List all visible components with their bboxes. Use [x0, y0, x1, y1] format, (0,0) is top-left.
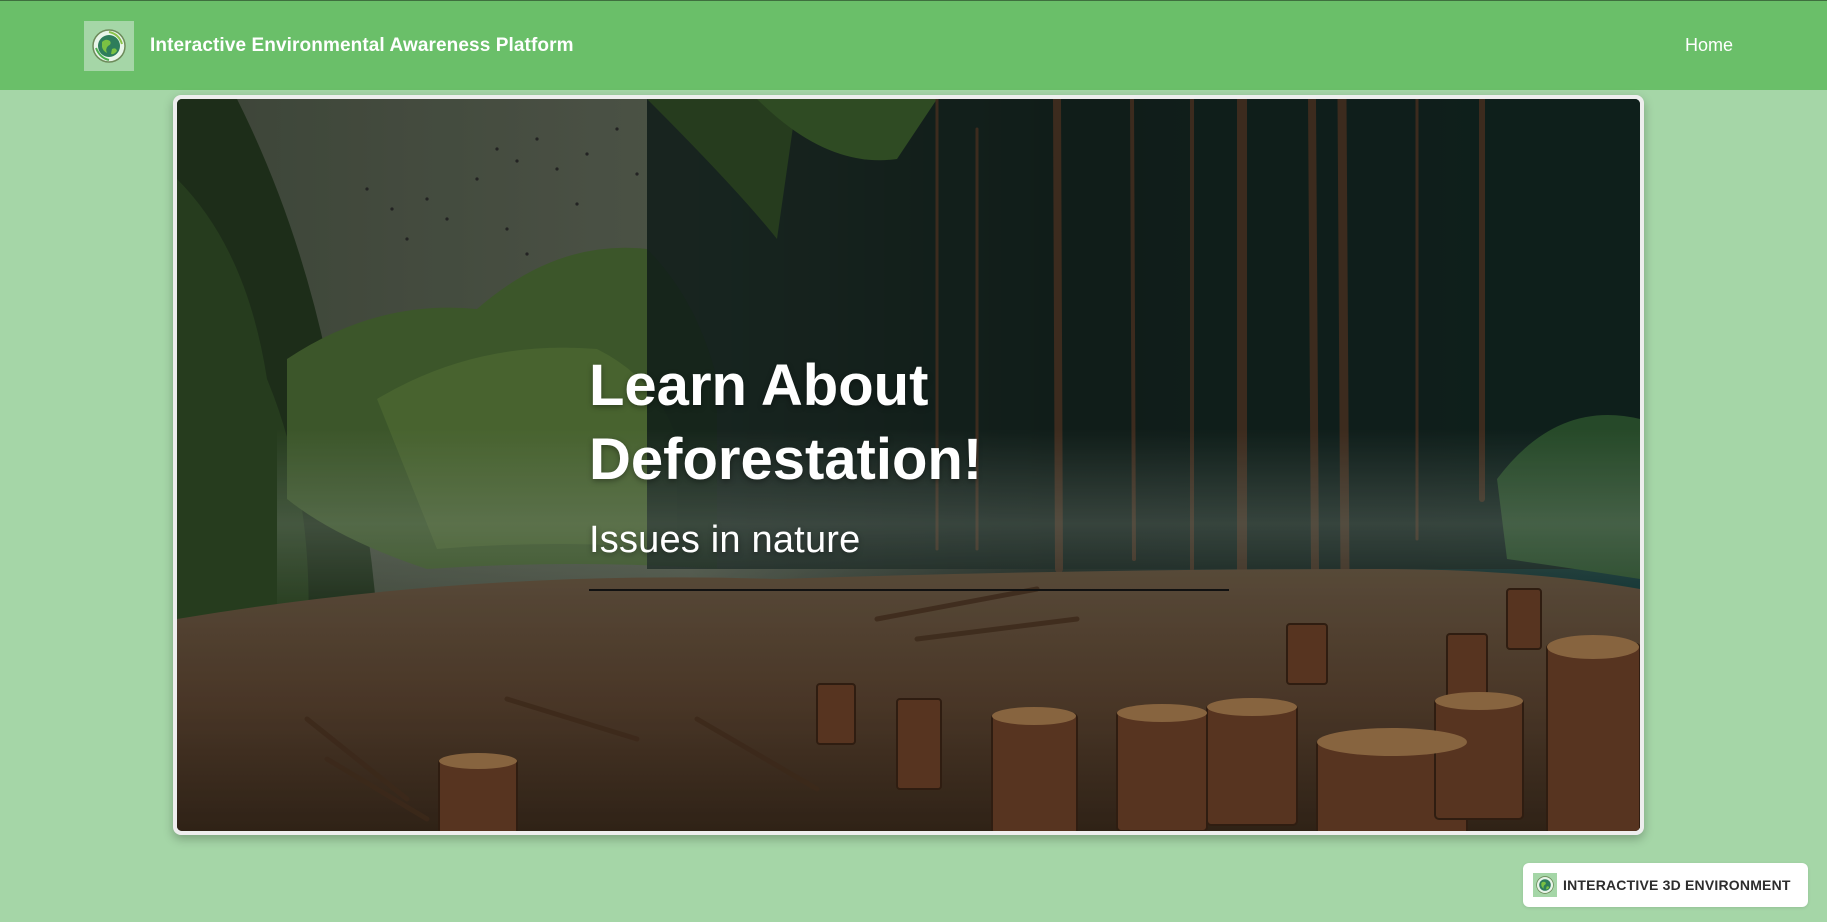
- interactive-3d-environment-button[interactable]: INTERACTIVE 3D ENVIRONMENT: [1523, 863, 1808, 907]
- nav-home-link[interactable]: Home: [1685, 35, 1733, 56]
- earth-globe-icon: [1533, 873, 1557, 897]
- hero-text-block: Learn About Deforestation! Issues in nat…: [589, 349, 1239, 591]
- top-navbar: Interactive Environmental Awareness Plat…: [0, 0, 1827, 90]
- hero-subtitle: Issues in nature: [589, 519, 861, 561]
- brand-link[interactable]: Interactive Environmental Awareness Plat…: [84, 21, 574, 71]
- brand-title: Interactive Environmental Awareness Plat…: [150, 35, 574, 56]
- hero-divider: [589, 589, 1229, 591]
- earth-globe-icon: [84, 21, 134, 71]
- interactive-3d-environment-label: INTERACTIVE 3D ENVIRONMENT: [1563, 877, 1791, 893]
- hero-card: Learn About Deforestation! Issues in nat…: [173, 95, 1644, 835]
- hero-banner: Learn About Deforestation! Issues in nat…: [177, 99, 1640, 831]
- hero-title: Learn About Deforestation!: [589, 353, 983, 492]
